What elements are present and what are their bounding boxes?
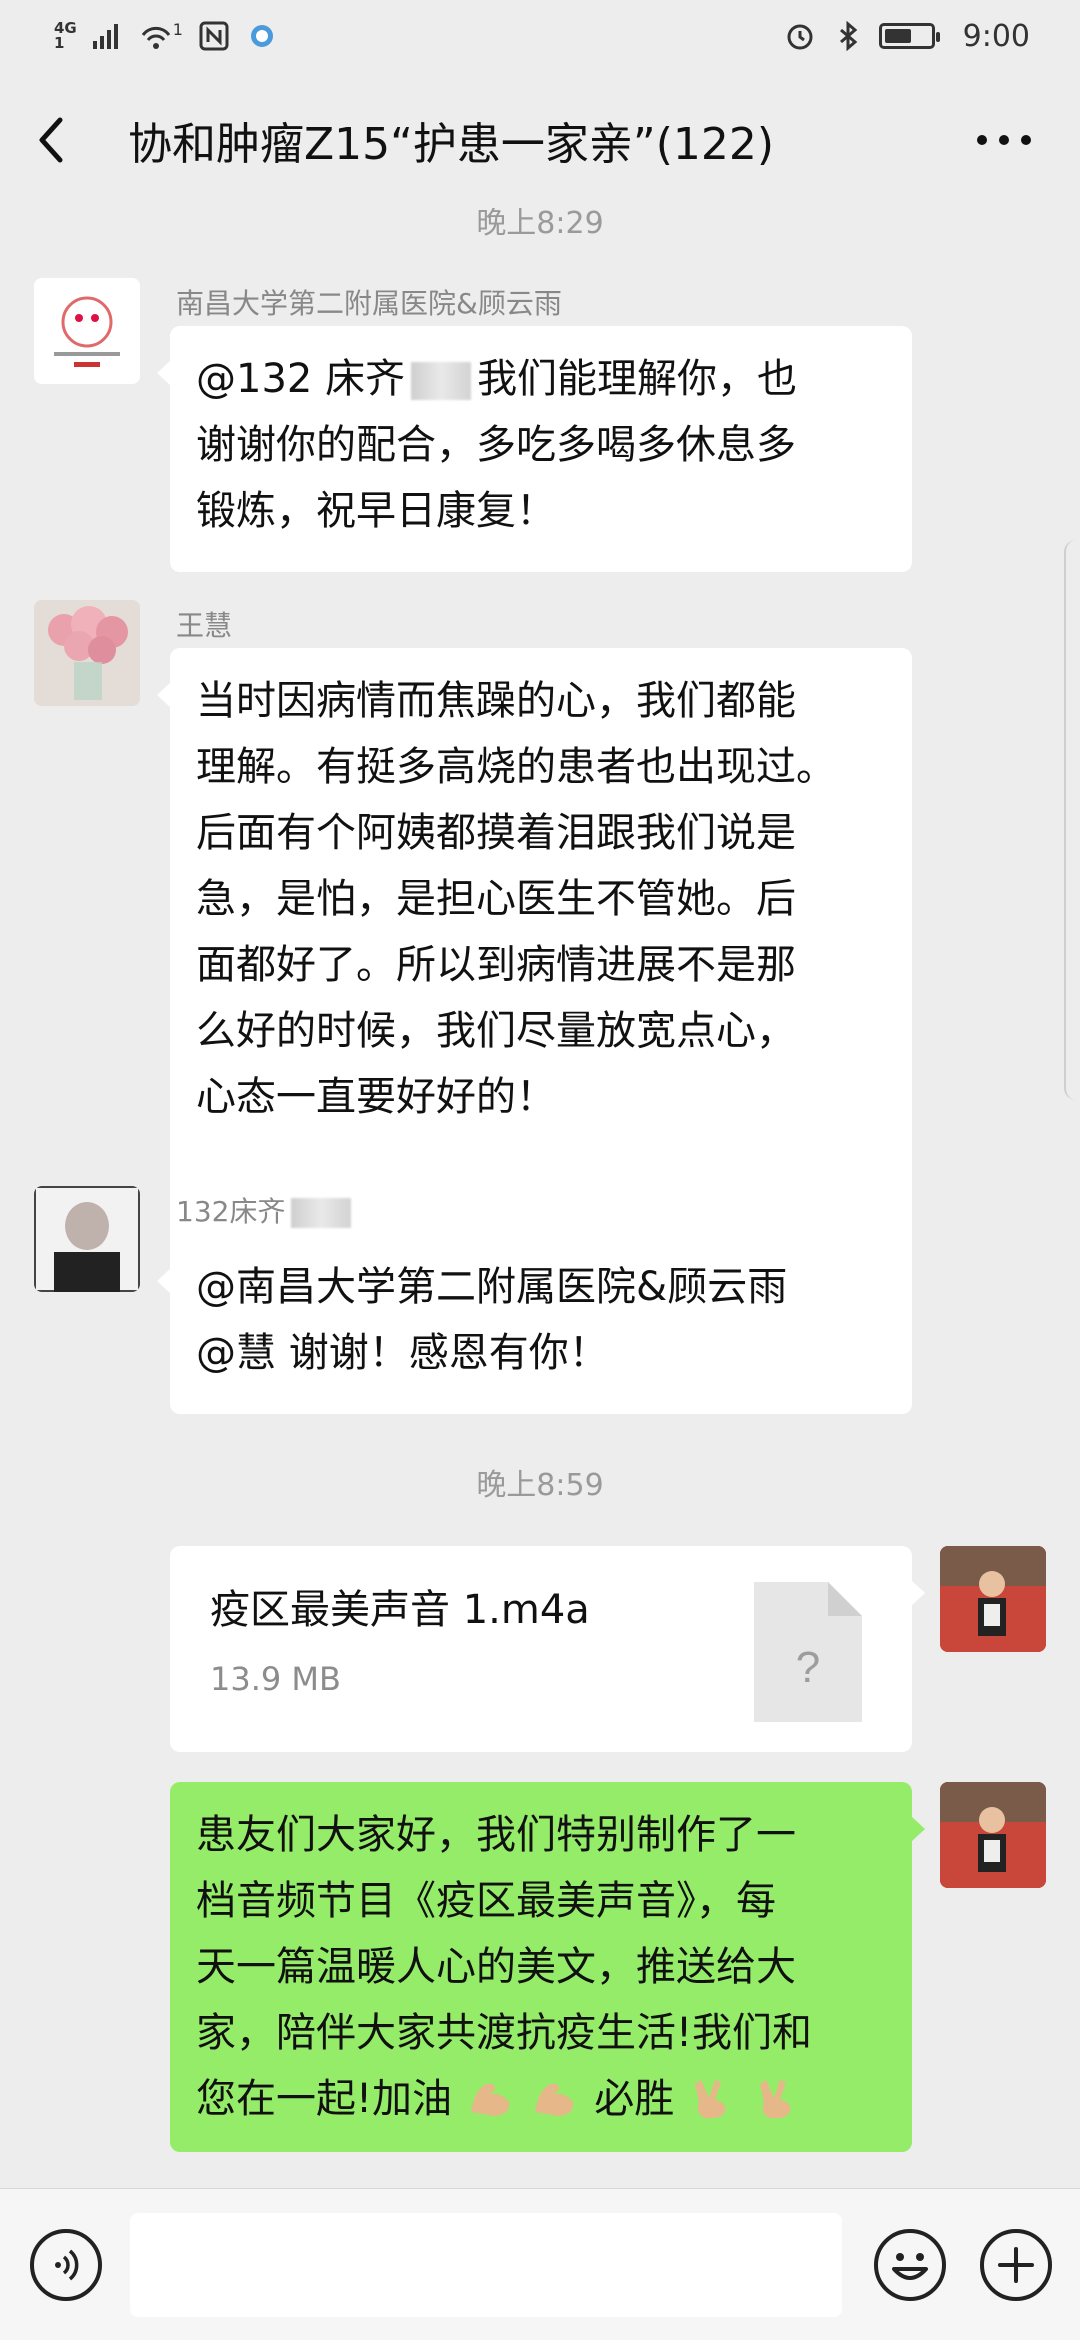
plus-button[interactable] (980, 2229, 1052, 2301)
message-text: 谢谢你的配合，多吃多喝多休息多 (196, 422, 796, 468)
message-text: 天一篇温暖人心的美文，推送给大 (196, 1944, 796, 1990)
message-text: 后面有个阿姨都摸着泪跟我们说是 (196, 810, 796, 856)
sim-index: 1 (54, 34, 65, 52)
message-bubble[interactable]: @132 床齐 我们能理解你，也 谢谢你的配合，多吃多喝多休息多 锻炼，祝早日康复… (157, 326, 912, 572)
message-text: 么好的时候，我们尽量放宽点心， (196, 1008, 796, 1054)
message-text: 档音频节目《疫区最美声音》，每 (196, 1878, 776, 1924)
my-avatar[interactable] (940, 1546, 1046, 1652)
file-message-bubble[interactable]: 疫区最美声音 1.m4a 13.9 MB ? (170, 1546, 925, 1752)
hospital-logo-avatar (34, 278, 140, 384)
status-right: 9:00 (783, 19, 1030, 54)
unknown-file-icon: ? (754, 1582, 862, 1722)
my-avatar[interactable] (940, 1782, 1046, 1888)
message-text: @南昌大学第二附属医院&顾云雨 (196, 1264, 788, 1310)
blurred-person-avatar (34, 1186, 140, 1292)
child-photo-avatar (940, 1546, 1046, 1652)
message-text: 患友们大家好，我们特别制作了一 (196, 1812, 796, 1858)
message-text: 急，是怕，是担心医生不管她。后 (196, 876, 796, 922)
sender-name: 南昌大学第二附属医院&顾云雨 (176, 287, 562, 320)
avatar[interactable] (34, 1186, 140, 1292)
chat-title: 协和肿瘤Z15“护患一家亲”(122) (128, 119, 775, 170)
wifi-icon (141, 26, 170, 49)
battery-icon (878, 23, 940, 49)
nfc-icon (199, 21, 229, 51)
message-text: 当时因病情而焦躁的心，我们都能 (196, 678, 796, 724)
emoji-icon (892, 2253, 928, 2280)
message-text: 您在一起!加油 (196, 2076, 453, 2122)
wifi-superscript: 1 (172, 19, 183, 39)
more-button[interactable] (964, 100, 1044, 180)
sender-name-row: 132床齐 (176, 1190, 357, 1230)
message-text: @慧 谢谢！感恩有你！ (196, 1330, 609, 1376)
victory-hand-emoji (694, 2080, 726, 2119)
redacted-name (291, 1198, 352, 1228)
message-text: 必胜 (594, 2076, 675, 2122)
message-text: 面都好了。所以到病情进展不是那 (196, 942, 796, 988)
file-icon-glyph: ? (796, 1643, 820, 1692)
message-text: 家，陪伴大家共渡抗疫生活!我们和 (196, 2010, 813, 2056)
status-bar: 4G 1 1 9:00 (0, 0, 1080, 72)
flower-avatar (34, 600, 140, 706)
message-text: 锻炼，祝早日康复！ (196, 488, 556, 534)
battery-level (884, 29, 912, 43)
child-photo-avatar (940, 1782, 1046, 1888)
voice-icon (55, 2249, 79, 2281)
flexed-biceps-emoji (535, 2083, 574, 2116)
network-type: 4G 1 (54, 21, 77, 51)
message-text: 理解。有挺多高烧的患者也出现过。 (196, 744, 836, 790)
sender-name: 王慧 (176, 609, 233, 642)
scroll-indicator[interactable] (1064, 540, 1080, 1100)
message-text: 心态一直要好好的！ (196, 1074, 556, 1120)
message-list[interactable]: 晚上8:29 南昌大学第二附属医院&顾云雨 @132 床齐 我们能理解你，也 谢谢… (0, 208, 1080, 2188)
sender-name: 132床齐 (176, 1195, 286, 1228)
timestamp: 晚上8:29 (476, 208, 604, 241)
app-icon (250, 25, 273, 47)
message-text: 我们能理解你，也 (477, 356, 798, 402)
input-bar (0, 2188, 1080, 2340)
flexed-biceps-emoji (470, 2083, 509, 2116)
message-bubble[interactable]: @南昌大学第二附属医院&顾云雨 @慧 谢谢！感恩有你！ (157, 1234, 912, 1414)
back-button[interactable] (30, 100, 94, 180)
more-icon (977, 135, 1031, 145)
voice-button[interactable] (30, 2229, 102, 2301)
chevron-left-icon (39, 117, 63, 163)
status-left: 4G 1 1 (54, 19, 279, 51)
emoji-button[interactable] (874, 2229, 946, 2301)
bluetooth-icon (839, 21, 857, 51)
signal-icon (92, 24, 118, 49)
timestamp: 晚上8:59 (476, 1468, 604, 1503)
chat-header: 协和肿瘤Z15“护患一家亲”(122) (0, 72, 1080, 208)
clock: 9:00 (962, 18, 1030, 54)
victory-hand-emoji (759, 2080, 790, 2119)
message-text: @132 床齐 (196, 356, 406, 402)
redacted-name (411, 362, 472, 400)
message-input[interactable] (130, 2213, 842, 2317)
alarm-icon (787, 24, 813, 50)
plus-icon (998, 2247, 1034, 2283)
avatar[interactable] (34, 278, 140, 384)
avatar[interactable] (34, 600, 140, 706)
my-message-bubble[interactable]: 患友们大家好，我们特别制作了一 档音频节目《疫区最美声音》，每 天一篇温暖人心的… (170, 1782, 925, 2152)
